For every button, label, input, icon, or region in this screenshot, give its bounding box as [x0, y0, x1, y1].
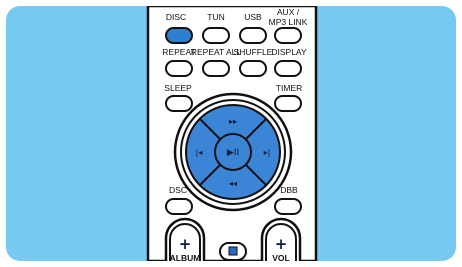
dbb-label: DBB — [280, 185, 298, 195]
tun-label: TUN — [207, 12, 224, 22]
vol-plus-icon: + — [275, 235, 288, 253]
play-pause-icon: ▶II — [227, 148, 239, 158]
timer-label: TIMER — [276, 83, 302, 93]
timer-button[interactable] — [274, 95, 302, 112]
navigation-dpad: ▸▸ ◂◂ |◂ ▸| ▶II — [173, 92, 293, 212]
next-track-icon: ▸| — [264, 148, 271, 157]
aux-label-line1: AUX / — [277, 7, 300, 17]
vol-label: VOL — [272, 253, 289, 261]
display-label: DISPLAY — [271, 47, 307, 57]
previous-track-icon: |◂ — [196, 148, 203, 157]
shuffle-button[interactable] — [239, 60, 267, 77]
sleep-button[interactable] — [165, 95, 193, 112]
aux-label-line2: MP3 LINK — [269, 17, 308, 27]
remote-illustration: DISC TUN USB AUX / MP3 LINK REPEAT REPEA… — [146, 6, 318, 261]
aux-mp3-link-button[interactable] — [274, 27, 302, 44]
display-button[interactable] — [274, 60, 302, 77]
dsc-label: DSC — [169, 185, 187, 195]
album-label: ALBUM — [170, 253, 201, 261]
repeat-all-button[interactable] — [202, 60, 230, 77]
shuffle-label: SHUFFLE — [234, 47, 273, 57]
usb-label: USB — [244, 12, 262, 22]
dsc-button[interactable] — [165, 198, 193, 215]
tun-button[interactable] — [202, 27, 230, 44]
album-plus-icon: + — [179, 235, 192, 253]
sleep-label: SLEEP — [164, 83, 192, 93]
illustration-panel: DISC TUN USB AUX / MP3 LINK REPEAT REPEA… — [6, 6, 456, 261]
frame: DISC TUN USB AUX / MP3 LINK REPEAT REPEA… — [0, 0, 462, 267]
fast-forward-icon: ▸▸ — [229, 117, 237, 126]
rewind-icon: ◂◂ — [229, 179, 237, 188]
disc-label: DISC — [166, 12, 186, 22]
usb-button[interactable] — [239, 27, 267, 44]
stop-icon — [228, 246, 238, 256]
repeat-button[interactable] — [165, 60, 193, 77]
dbb-button[interactable] — [274, 198, 302, 215]
disc-button[interactable] — [165, 27, 193, 44]
